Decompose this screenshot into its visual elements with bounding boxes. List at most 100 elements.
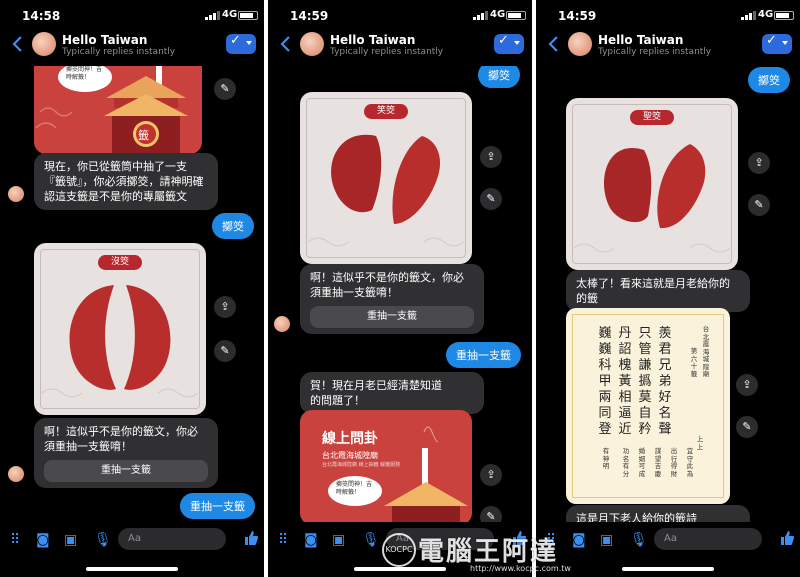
network-label: 4G <box>222 9 238 20</box>
battery-icon <box>506 11 526 20</box>
message-text: 擲筊 <box>758 74 780 87</box>
camera-icon[interactable]: ◙ <box>304 532 318 548</box>
signal-icon <box>473 11 488 20</box>
thumbs-up-icon[interactable] <box>780 530 794 546</box>
poem-number: 第六十籤 <box>690 347 698 378</box>
composer-bar: ⠿ ◙ ▣ 🎙 Aa <box>268 522 532 577</box>
thumbs-up-icon[interactable] <box>512 530 526 546</box>
edit-icon[interactable]: ✎ <box>214 78 236 100</box>
redraw-button[interactable]: 重抽一支籤 <box>44 460 208 482</box>
contact-name[interactable]: Hello Taiwan <box>598 33 683 47</box>
camera-icon[interactable]: ◙ <box>572 532 586 548</box>
check-icon: ✓ <box>230 33 241 48</box>
home-indicator <box>354 567 446 571</box>
back-arrow-icon[interactable] <box>548 35 559 53</box>
poem-line: 只管謙撝莫自矜 <box>638 326 652 437</box>
edit-icon[interactable]: ✎ <box>214 340 236 362</box>
divination-card[interactable]: 聖筊 <box>566 98 738 270</box>
chat-screen-3: 14:59 4G Hello Taiwan Typically replies … <box>536 0 800 577</box>
contact-name[interactable]: Hello Taiwan <box>330 33 415 47</box>
chat-header: Hello Taiwan Typically replies instantly… <box>268 28 532 66</box>
temple-image-card[interactable]: 籤 擲筊問神！吉時解籤！ <box>34 58 202 154</box>
back-arrow-icon[interactable] <box>280 35 291 53</box>
share-icon[interactable]: ⇪ <box>736 374 758 396</box>
poem-note: 謀望吉慶 <box>654 447 662 478</box>
signal-icon <box>741 11 756 20</box>
microphone-icon[interactable]: 🎙 <box>630 532 648 548</box>
check-icon: ✓ <box>498 33 509 48</box>
status-bar: 14:59 4G <box>536 0 800 30</box>
grid-menu-icon[interactable]: ⠿ <box>278 532 288 548</box>
status-bar: 14:59 4G <box>268 0 532 30</box>
moon-blocks-image <box>41 285 199 398</box>
poem-note: 出行得財 <box>670 447 678 478</box>
microphone-icon[interactable]: 🎙 <box>94 532 112 548</box>
poem-note: 婚姻可成 <box>638 447 646 478</box>
message-input[interactable]: Aa <box>118 528 226 550</box>
poster-image-card[interactable]: 線上問卦 台北霞海城隍廟 台北霞海城隍廟 線上抽籤 解籤服務 擲筊問神！吉時解籤… <box>300 410 472 525</box>
home-indicator <box>622 567 714 571</box>
microphone-icon[interactable]: 🎙 <box>362 532 380 548</box>
divination-card[interactable]: 笑筊 <box>300 92 472 264</box>
signal-icon <box>205 11 220 20</box>
grid-menu-icon[interactable]: ⠿ <box>546 532 556 548</box>
message-text: 現在，你已從籤筒中抽了一支『籤號』，你必須擲筊，請神明確認這支籤是不是你的專屬籤… <box>44 160 204 203</box>
speech-text: 擲筊問神！吉時解籤！ <box>66 66 103 81</box>
contact-avatar[interactable] <box>568 32 592 56</box>
message-text: 啊！這似乎不是你的籤文，你必須重抽一支籤唷！ <box>310 271 464 299</box>
contact-status: Typically replies instantly <box>598 47 712 57</box>
check-menu-button[interactable]: ✓ <box>762 33 792 54</box>
message-text: 太棒了！看來這就是月老給你的的籤 <box>576 277 730 305</box>
sent-message: 重抽一支籤 <box>180 493 255 519</box>
home-indicator <box>86 567 178 571</box>
poem-grade: 上上 <box>696 435 704 451</box>
grid-menu-icon[interactable]: ⠿ <box>10 532 20 548</box>
thumbs-up-icon[interactable] <box>244 530 258 546</box>
check-menu-button[interactable]: ✓ <box>226 33 256 54</box>
message-bubble: 現在，你已從籤筒中抽了一支『籤號』，你必須擲筊，請神明確認這支籤是不是你的專屬籤… <box>34 153 218 210</box>
edit-icon[interactable]: ✎ <box>736 416 758 438</box>
message-bubble: 啊！這似乎不是你的籤文，你必須重抽一支籤唷！ 重抽一支籤 <box>300 264 484 334</box>
share-icon[interactable]: ⇪ <box>480 464 502 486</box>
photo-icon[interactable]: ▣ <box>64 532 77 548</box>
message-input[interactable]: Aa <box>386 528 494 550</box>
chat-header: Hello Taiwan Typically replies instantly… <box>536 28 800 66</box>
message-bubble: 太棒了！看來這就是月老給你的的籤 <box>566 270 750 312</box>
clock: 14:58 <box>22 9 61 23</box>
contact-name[interactable]: Hello Taiwan <box>62 33 147 47</box>
photo-icon[interactable]: ▣ <box>332 532 345 548</box>
message-input[interactable]: Aa <box>654 528 762 550</box>
contact-avatar[interactable] <box>32 32 56 56</box>
clock: 14:59 <box>290 9 329 23</box>
poem-note: 宜守此為 <box>686 447 694 478</box>
network-label: 4G <box>758 9 774 20</box>
message-bubble: 啊！這似乎不是你的籤文，你必須重抽一支籤唷！ 重抽一支籤 <box>34 418 218 488</box>
message-text: 啊！這似乎不是你的籤文，你必須重抽一支籤唷！ <box>44 425 198 453</box>
contact-status: Typically replies instantly <box>330 47 444 57</box>
sign-char: 籤 <box>138 129 149 142</box>
share-icon[interactable]: ⇪ <box>480 146 502 168</box>
chat-screen-1: 14:58 4G Hello Taiwan Typically replies … <box>0 0 264 577</box>
check-menu-button[interactable]: ✓ <box>494 33 524 54</box>
battery-icon <box>238 11 258 20</box>
status-bar: 14:58 4G <box>0 0 264 30</box>
temple-illustration <box>384 426 468 525</box>
camera-icon[interactable]: ◙ <box>36 532 50 548</box>
edit-icon[interactable]: ✎ <box>748 194 770 216</box>
share-icon[interactable]: ⇪ <box>748 152 770 174</box>
chevron-down-icon <box>514 41 520 45</box>
poem-line: 羨君兄弟好名聲 <box>658 326 672 437</box>
chat-header: Hello Taiwan Typically replies instantly… <box>0 28 264 66</box>
sent-message: 擲筊 <box>212 213 254 239</box>
message-text: 重抽一支籤 <box>190 500 245 513</box>
photo-icon[interactable]: ▣ <box>600 532 613 548</box>
back-arrow-icon[interactable] <box>12 35 23 53</box>
edit-icon[interactable]: ✎ <box>480 188 502 210</box>
redraw-button[interactable]: 重抽一支籤 <box>310 306 474 328</box>
divination-card[interactable]: 沒筊 <box>34 243 206 415</box>
share-icon[interactable]: ⇪ <box>214 296 236 318</box>
composer-bar: ⠿ ◙ ▣ 🎙 Aa <box>0 522 264 577</box>
contact-avatar[interactable] <box>300 32 324 56</box>
fortune-poem-card[interactable]: 羨君兄弟好名聲 只管謙撝莫自矜 丹詔槐黃相逼近 巍巍科甲兩同登 台北霞海城隍廟 … <box>566 308 730 504</box>
composer-bar: ⠿ ◙ ▣ 🎙 Aa <box>536 522 800 577</box>
